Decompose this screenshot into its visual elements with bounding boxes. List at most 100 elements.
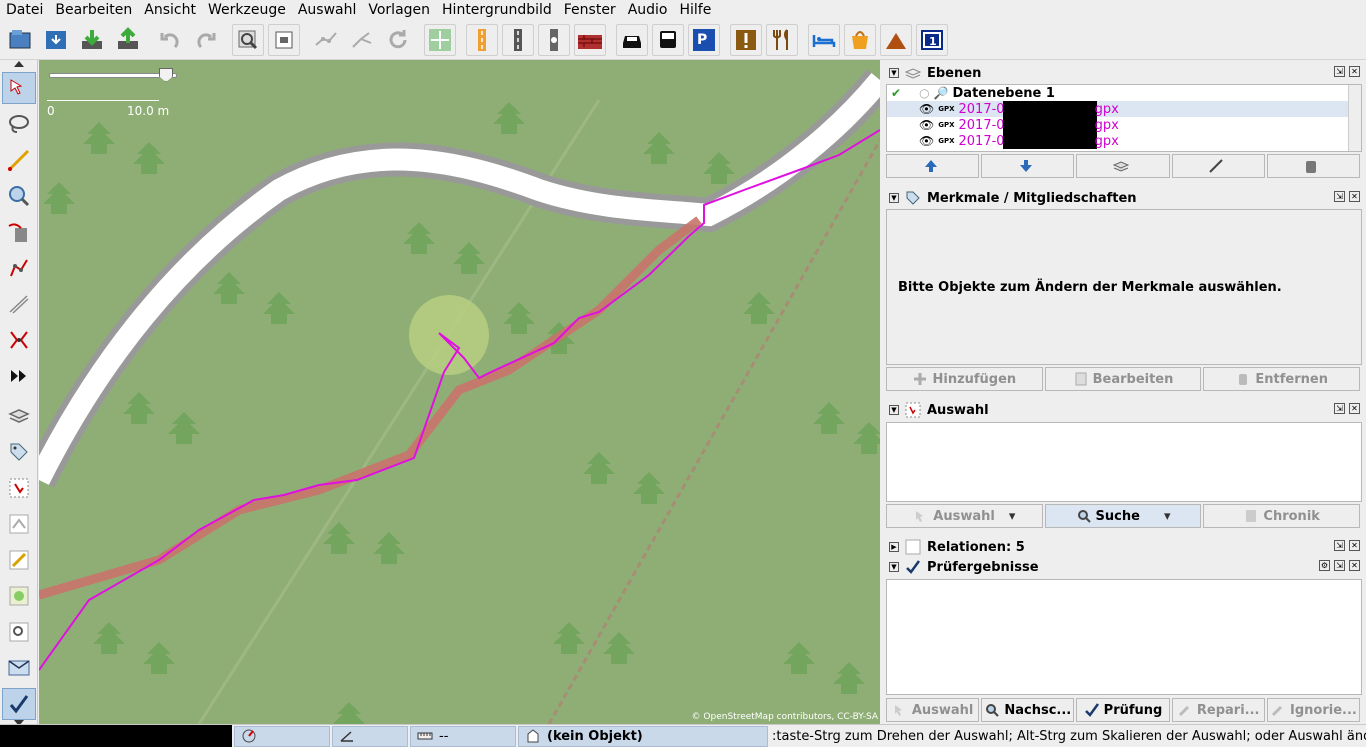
selection-panel-header[interactable]: ▼ Auswahl ⇲ ✕ <box>886 400 1364 420</box>
improve-way-icon[interactable] <box>2 252 36 284</box>
redo-icon[interactable] <box>190 24 222 56</box>
hotel-icon[interactable] <box>808 23 840 56</box>
preferences-icon[interactable] <box>232 23 264 56</box>
undo-icon[interactable] <box>154 24 186 56</box>
history-button[interactable]: Chronik <box>1203 504 1361 528</box>
close-icon[interactable]: ✕ <box>1349 191 1360 202</box>
road-orange-icon[interactable] <box>466 23 498 56</box>
restaurant-icon[interactable] <box>766 23 798 56</box>
move-down-button[interactable] <box>981 154 1075 178</box>
parallel-tool-icon[interactable] <box>2 288 36 320</box>
settings-icon[interactable]: ⚙ <box>1319 560 1330 571</box>
menu-vorlagen[interactable]: Vorlagen <box>362 0 436 20</box>
pin-icon[interactable]: ⇲ <box>1334 560 1345 571</box>
move-icon[interactable] <box>424 23 456 56</box>
menu-audio[interactable]: Audio <box>622 0 674 20</box>
road-gray-icon[interactable] <box>502 23 534 56</box>
selection-list[interactable] <box>886 422 1362 502</box>
pin-icon[interactable]: ⇲ <box>1334 66 1345 77</box>
layer-row-data[interactable]: ✔ ○ 🔎 Datenebene 1 <box>887 85 1361 101</box>
imagery-toggle-icon[interactable] <box>2 580 36 612</box>
split-tool-icon[interactable] <box>2 324 36 356</box>
zoom-slider[interactable] <box>49 73 177 78</box>
map-search-toggle-icon[interactable] <box>2 616 36 648</box>
car-icon[interactable] <box>616 23 648 56</box>
relations-toggle-icon[interactable] <box>2 508 36 540</box>
upload-icon[interactable] <box>112 24 144 56</box>
tag-split-icon[interactable] <box>310 24 342 56</box>
eye-icon[interactable]: 👁 <box>919 102 934 116</box>
map-view[interactable]: 0 10.0 m © OpenStreetMap contributors, C… <box>39 60 880 724</box>
delete-tag-button[interactable]: Entfernen <box>1203 367 1361 391</box>
refresh-icon[interactable] <box>382 24 414 56</box>
menu-auswahl[interactable]: Auswahl <box>292 0 363 20</box>
menu-hilfe[interactable]: Hilfe <box>674 0 718 20</box>
selection-toggle-icon[interactable] <box>2 472 36 504</box>
validator-results[interactable] <box>886 579 1362 695</box>
bus-icon[interactable] <box>652 23 684 56</box>
map-paint-icon[interactable] <box>268 23 300 56</box>
menu-werkzeuge[interactable]: Werkzeuge <box>202 0 292 20</box>
add-tag-button[interactable]: Hinzufügen <box>886 367 1043 391</box>
collapse-icon[interactable]: ▼ <box>889 193 899 203</box>
opacity-button[interactable] <box>1171 154 1265 178</box>
pin-icon[interactable]: ⇲ <box>1334 191 1345 202</box>
validator-panel-header[interactable]: ▼ Prüfergebnisse ⚙ ⇲ ✕ <box>886 557 1364 577</box>
menu-ansicht[interactable]: Ansicht <box>138 0 202 20</box>
eye-icon[interactable]: 👁 <box>919 118 934 132</box>
tags-panel-header[interactable]: ▼ Merkmale / Mitgliedschaften ⇲ ✕ <box>886 188 1364 208</box>
route-sign-icon[interactable]: 1 <box>916 23 948 56</box>
validator-toggle-icon[interactable] <box>2 688 36 720</box>
menu-hintergrundbild[interactable]: Hintergrundbild <box>436 0 558 20</box>
lookup-button[interactable]: Nachsc... <box>981 698 1075 722</box>
open-file-icon[interactable] <box>4 24 36 56</box>
collapse-icon[interactable]: ▼ <box>889 405 899 415</box>
tags-toggle-icon[interactable] <box>2 436 36 468</box>
eye-icon[interactable]: 👁 <box>919 134 934 148</box>
relations-panel-header[interactable]: ▶ Relationen: 5 ⇲ ✕ <box>886 537 1364 557</box>
road-path-icon[interactable] <box>538 23 570 56</box>
search-button[interactable]: Suche ▾ <box>1044 504 1202 528</box>
move-up-button[interactable] <box>886 154 980 178</box>
notes-toggle-icon[interactable] <box>2 544 36 576</box>
conflict-toggle-icon[interactable] <box>2 652 36 684</box>
shop-icon[interactable] <box>844 23 876 56</box>
wall-icon[interactable] <box>574 23 606 56</box>
lasso-tool-icon[interactable] <box>2 108 36 140</box>
save-icon[interactable] <box>40 24 72 56</box>
close-icon[interactable]: ✕ <box>1349 66 1360 77</box>
pin-icon[interactable]: ⇲ <box>1334 540 1345 551</box>
parking-bike-icon[interactable]: P <box>688 23 720 56</box>
layer-row-gpx[interactable]: 👁 GPX 2017-0 gpx <box>887 117 1361 133</box>
menu-datei[interactable]: Datei <box>0 0 49 20</box>
close-icon[interactable]: ✕ <box>1349 540 1360 551</box>
edit-tag-button[interactable]: Bearbeiten <box>1044 367 1202 391</box>
layers-scrollbar[interactable] <box>1348 85 1361 151</box>
scroll-up-icon[interactable] <box>14 61 24 67</box>
hazard-icon[interactable] <box>730 23 762 56</box>
more-tools-icon[interactable] <box>2 360 36 392</box>
select-tool-icon[interactable] <box>2 72 36 104</box>
close-icon[interactable]: ✕ <box>1349 560 1360 571</box>
close-icon[interactable]: ✕ <box>1349 403 1360 414</box>
delete-tool-icon[interactable] <box>2 216 36 248</box>
delete-layer-button[interactable] <box>1266 154 1361 178</box>
collapse-icon[interactable]: ▼ <box>889 562 899 572</box>
draw-tool-icon[interactable] <box>2 144 36 176</box>
ignore-button[interactable]: Ignorie... <box>1266 698 1361 722</box>
validate-button[interactable]: Prüfung <box>1076 698 1170 722</box>
menu-fenster[interactable]: Fenster <box>558 0 622 20</box>
activate-layer-button[interactable] <box>1076 154 1170 178</box>
menu-bearbeiten[interactable]: Bearbeiten <box>49 0 138 20</box>
collapse-icon[interactable]: ▼ <box>889 68 899 78</box>
combine-way-icon[interactable] <box>346 24 378 56</box>
pin-icon[interactable]: ⇲ <box>1334 403 1345 414</box>
dropdown-arrow-icon[interactable]: ▾ <box>1009 509 1016 524</box>
map-attribution[interactable]: © OpenStreetMap contributors, CC-BY-SA <box>692 712 878 722</box>
fix-button[interactable]: Repari... <box>1171 698 1265 722</box>
select-button[interactable]: Auswahl ▾ <box>886 504 1043 528</box>
layers-toggle-icon[interactable] <box>2 400 36 432</box>
peak-icon[interactable] <box>880 23 912 56</box>
zoom-tool-icon[interactable] <box>2 180 36 212</box>
dropdown-arrow-icon[interactable]: ▾ <box>1164 509 1171 524</box>
